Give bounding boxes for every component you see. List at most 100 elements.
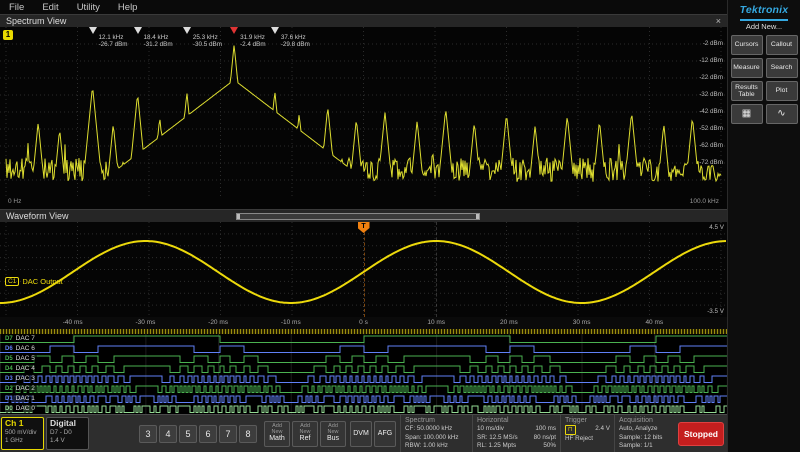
digital-trace-svg: [0, 364, 727, 374]
pan-zoom-bar[interactable]: [236, 213, 480, 220]
time-axis-label: 40 ms: [645, 319, 663, 326]
trigger-badge[interactable]: Trigger⊓2.4 VHF Reject: [560, 415, 614, 452]
sidebar-cursors-button[interactable]: Cursors: [731, 35, 763, 55]
spectrum-marker-2[interactable]: [134, 27, 142, 34]
main-column: FileEditUtilityHelp Spectrum View × 1 12…: [0, 0, 727, 452]
digital-trace: [0, 346, 727, 353]
digital-channel-row-d0: D0DAC 0: [0, 404, 727, 414]
spectrum-badge-title: Spectrum: [405, 417, 468, 425]
digital-channel-label-d6[interactable]: D6DAC 6: [3, 345, 37, 352]
channel-1-waveform-label[interactable]: C1 DAC Output: [5, 277, 63, 286]
digital-channel-label-d7[interactable]: D7DAC 7: [3, 335, 37, 342]
digital-channel-label-d0[interactable]: D0DAC 0: [3, 405, 37, 412]
acquisition-badge[interactable]: AcquisitionAuto, AnalyzeSample: 12 bitsS…: [614, 415, 678, 452]
digital-channel-label-d5[interactable]: D5DAC 5: [3, 355, 37, 362]
panel-value: Span: 100.000 kHz: [405, 434, 459, 443]
panel-value: 10 ms/div: [477, 425, 504, 434]
digital-trace-svg: [0, 334, 727, 344]
digital-channel-row-d7: D7DAC 7: [0, 334, 727, 344]
spectrum-plot: 1 12.1 kHz-26.7 dBm18.4 kHz-31.2 dBm25.3…: [0, 27, 727, 197]
panel-value: 50%: [543, 442, 556, 451]
horizontal-badge[interactable]: Horizontal10 ms/div100 msSR: 12.5 MS/s80…: [472, 415, 560, 452]
mask-button[interactable]: ▦: [731, 104, 763, 124]
digital-channel-name: DAC 1: [16, 395, 35, 402]
menu-help[interactable]: Help: [109, 2, 147, 13]
cursor-line[interactable]: [436, 222, 437, 317]
digital-channels: D7DAC 7D6DAC 6D5DAC 5D4DAC 4D3DAC 3D2DAC…: [0, 334, 727, 414]
time-axis-label: -30 ms: [135, 319, 155, 326]
time-axis-label: -20 ms: [208, 319, 228, 326]
spectrum-marker-4[interactable]: [230, 27, 238, 34]
trigger-badge-title: Trigger: [565, 417, 610, 425]
marker-readout: 18.4 kHz-31.2 dBm: [144, 34, 173, 48]
spectrum-channel-badge[interactable]: 1: [3, 30, 13, 40]
channel-1-chip: C1: [5, 277, 19, 286]
digital-channel-label-d1[interactable]: D1DAC 1: [3, 395, 37, 402]
spectrum-view-title: Spectrum View: [0, 16, 66, 26]
channel-1-name: DAC Output: [22, 277, 62, 286]
add-new-bus-button[interactable]: Add NewBus: [320, 421, 346, 447]
panel-value: 2.4 V: [595, 425, 610, 435]
db-axis-label: -2 dBm: [703, 40, 723, 47]
close-icon[interactable]: ×: [716, 16, 721, 26]
digital-channel-label-d3[interactable]: D3DAC 3: [3, 375, 37, 382]
sidebar-callout-button[interactable]: Callout: [766, 35, 798, 55]
eye-diagram-button[interactable]: ∿: [766, 104, 798, 124]
afg-button[interactable]: AFG: [374, 421, 396, 447]
sidebar-measure-button[interactable]: Measure: [731, 58, 763, 78]
time-axis-label: 0 s: [359, 319, 368, 326]
digital-trace-svg: [0, 354, 727, 364]
time-axis-label: -10 ms: [281, 319, 301, 326]
digital-channel-label-d4[interactable]: D4DAC 4: [3, 365, 37, 372]
status-panels: SpectrumCF: 50.0000 kHzSpan: 100.000 kHz…: [400, 415, 678, 452]
digital-chip-label: D1: [5, 396, 13, 402]
pan-zoom-left-handle[interactable]: [237, 214, 240, 219]
tekscope-app: FileEditUtilityHelp Spectrum View × 1 12…: [0, 0, 800, 452]
sidebar-search-button[interactable]: Search: [766, 58, 798, 78]
analog-plot: T C1 DAC Output 4.5 V -3.5 V: [0, 222, 727, 317]
menu-file[interactable]: File: [0, 2, 33, 13]
channel-7-button[interactable]: 7: [219, 425, 237, 443]
time-axis: -40 ms-30 ms-20 ms-10 ms0 s10 ms20 ms30 …: [0, 317, 727, 329]
digital-channel-row-d5: D5DAC 5: [0, 354, 727, 364]
waveform-view-header: Waveform View: [0, 209, 727, 222]
channel-5-button[interactable]: 5: [179, 425, 197, 443]
db-axis-label: -32 dBm: [699, 91, 723, 98]
panel-value: Sample: 12 bits: [619, 434, 662, 443]
digital-chip-label: D2: [5, 386, 13, 392]
trigger-symbol: T: [361, 223, 365, 230]
digital-channel-name: DAC 5: [16, 355, 35, 362]
menu-utility[interactable]: Utility: [68, 2, 109, 13]
channel-4-button[interactable]: 4: [159, 425, 177, 443]
bottom-bar: Ch 1 500 mV/div 1 GHz Digital D7 - D0 1.…: [0, 414, 727, 452]
digital-chip-label: D3: [5, 376, 13, 382]
spectrum-marker-1[interactable]: [89, 27, 97, 34]
waveform-view-title: Waveform View: [0, 211, 69, 221]
sidebar-plot-button[interactable]: Plot: [766, 81, 798, 101]
spectrum-badge[interactable]: SpectrumCF: 50.0000 kHzSpan: 100.000 kHz…: [400, 415, 472, 452]
vertical-axis-top-label: 4.5 V: [709, 224, 724, 231]
digital-badge[interactable]: Digital D7 - D0 1.4 V: [46, 417, 89, 450]
digital-channel-row-d4: D4DAC 4: [0, 364, 727, 374]
spectrum-marker-3[interactable]: [183, 27, 191, 34]
add-new-math-button[interactable]: Add NewMath: [264, 421, 290, 447]
channel-8-button[interactable]: 8: [239, 425, 257, 443]
freq-start-label: 0 Hz: [8, 198, 21, 209]
digital-channel-label-d2[interactable]: D2DAC 2: [3, 385, 37, 392]
channel-6-button[interactable]: 6: [199, 425, 217, 443]
add-new-ref-button[interactable]: Add NewRef: [292, 421, 318, 447]
dvm-button[interactable]: DVM: [350, 421, 372, 447]
time-axis-label: -40 ms: [63, 319, 83, 326]
channel-3-button[interactable]: 3: [139, 425, 157, 443]
channel-1-badge[interactable]: Ch 1 500 mV/div 1 GHz: [1, 417, 44, 450]
db-axis-label: -72 dBm: [699, 159, 723, 166]
sidebar-results-table-button[interactable]: Results Table: [731, 81, 763, 101]
stopped-button[interactable]: Stopped: [678, 422, 724, 446]
menu-edit[interactable]: Edit: [33, 2, 67, 13]
digital-chip-label: D0: [5, 406, 13, 412]
pan-zoom-right-handle[interactable]: [476, 214, 479, 219]
spectrum-marker-5[interactable]: [271, 27, 279, 34]
trigger-edge-icon: ⊓: [565, 425, 576, 435]
digital-trace: [0, 386, 727, 393]
sidebar-buttons: CursorsCalloutMeasureSearchResults Table…: [731, 35, 798, 101]
